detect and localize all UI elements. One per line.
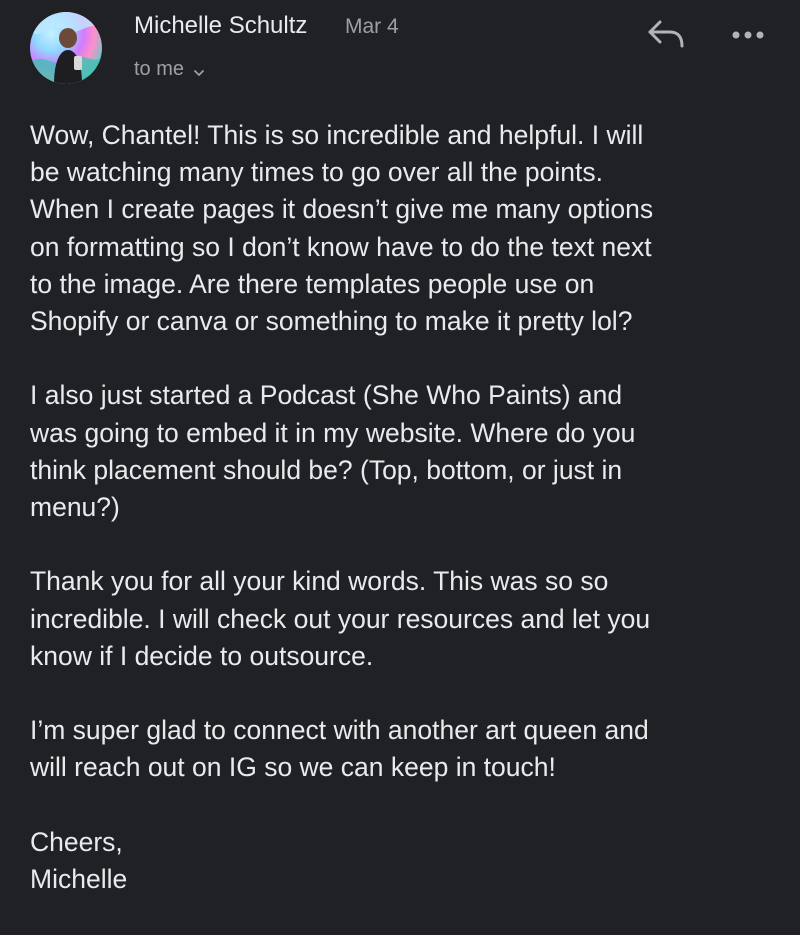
reply-icon [648, 20, 684, 48]
more-options-icon [732, 31, 764, 39]
message-date: Mar 4 [345, 15, 399, 38]
message-paragraph: Thank you for all your kind words. This … [30, 563, 775, 675]
message-paragraph: I’m super glad to connect with another a… [30, 712, 775, 786]
message-line: Thank you for all your kind words. This … [30, 566, 609, 597]
message-line: on formatting so I don’t know have to do… [30, 231, 652, 262]
message-line: think placement should be? (Top, bottom,… [30, 454, 623, 485]
message-line: Michelle [30, 864, 128, 894]
message-line: menu?) [30, 492, 120, 523]
sender-avatar[interactable] [30, 12, 102, 84]
reply-button[interactable] [644, 14, 688, 54]
message-header: Michelle Schultz Mar 4 to me [0, 0, 800, 100]
message-line: be watching many times to go over all th… [30, 157, 603, 188]
message-line: to the image. Are there templates people… [30, 268, 595, 299]
avatar-photo-icon [30, 12, 102, 84]
message-line: will reach out on IG so we can keep in t… [30, 752, 556, 783]
sender-name[interactable]: Michelle Schultz [134, 12, 307, 40]
message-line: Shopify or canva or something to make it… [30, 306, 633, 337]
more-options-button[interactable] [726, 20, 770, 50]
message-paragraph: Cheers, Michelle [30, 824, 775, 898]
message-line: When I create pages it doesn’t give me m… [30, 194, 654, 225]
chevron-down-icon [192, 63, 206, 77]
message-line: Wow, Chantel! This is so incredible and … [30, 120, 644, 150]
message-paragraph: Wow, Chantel! This is so incredible and … [30, 117, 775, 340]
message-line: incredible. I will check out your resour… [30, 603, 651, 634]
message-line: know if I decide to outsource. [30, 640, 374, 671]
message-line: was going to embed it in my website. Whe… [30, 417, 636, 448]
recipient-label: to me [134, 58, 185, 80]
recipient-details-toggle[interactable]: to me [134, 58, 206, 81]
message-line: I also just started a Podcast (She Who P… [30, 380, 623, 411]
message-line: I’m super glad to connect with another a… [30, 715, 649, 746]
message-line: Cheers, [30, 826, 123, 857]
message-paragraph: I also just started a Podcast (She Who P… [30, 377, 775, 526]
message-body: Wow, Chantel! This is so incredible and … [30, 117, 775, 935]
